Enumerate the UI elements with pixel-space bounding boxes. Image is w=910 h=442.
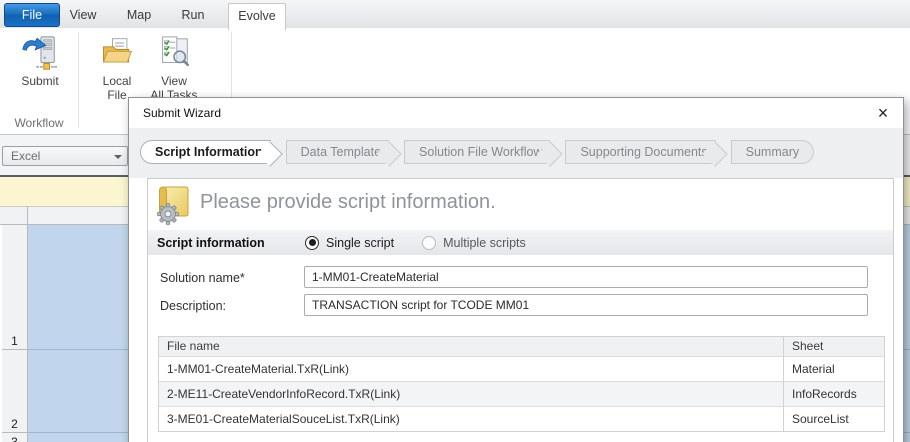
excel-dropdown[interactable]: Excel [2, 146, 128, 166]
sheet-cell: InfoRecords [783, 381, 884, 406]
submit-server-icon [21, 34, 59, 74]
script-scroll-gear-icon [154, 184, 196, 231]
grid-select-all-corner[interactable] [2, 207, 28, 224]
column-header-sheet: Sheet [783, 337, 884, 356]
row-header-1[interactable]: 1 [2, 225, 27, 350]
step-script-information[interactable]: Script Information [140, 140, 271, 164]
solution-name-label: Solution name* [160, 271, 245, 285]
multiple-scripts-radio[interactable] [422, 236, 436, 250]
submit-wizard-dialog: Submit Wizard × Script Information Data … [128, 97, 904, 442]
file-name-cell: 1-MM01-CreateMaterial.TxR(Link) [159, 356, 783, 381]
table-row[interactable]: 2-ME11-CreateVendorInfoRecord.TxR(Link) … [159, 381, 884, 406]
app-window: File View Map Run Evolve [0, 0, 910, 442]
file-name-cell: 3-ME01-CreateMaterialSouceList.TxR(Link) [159, 406, 783, 431]
row-number-column: 1 2 3 [2, 225, 28, 442]
close-icon[interactable]: × [871, 101, 895, 125]
submit-button[interactable]: Submit [10, 34, 70, 88]
wizard-steps: Script Information Data Template Solutio… [140, 140, 814, 164]
chevron-down-icon [114, 155, 122, 159]
sheet-cell: Material [783, 356, 884, 381]
row-header-3[interactable]: 3 [2, 435, 27, 442]
file-name-cell: 2-ME11-CreateVendorInfoRecord.TxR(Link) [159, 381, 783, 406]
row-header-2[interactable]: 2 [2, 350, 27, 433]
wizard-step-strip: Script Information Data Template Solutio… [129, 128, 903, 178]
description-input[interactable] [304, 294, 868, 316]
tab-view[interactable]: View [60, 3, 106, 27]
table-row[interactable]: 3-ME01-CreateMaterialSouceList.TxR(Link)… [159, 406, 884, 431]
ribbon-group-separator [78, 32, 79, 128]
submit-button-label: Submit [21, 74, 58, 88]
task-list-magnifier-icon [155, 34, 193, 74]
ribbon-group-label: Workflow [0, 116, 78, 130]
files-table: File name Sheet 1-MM01-CreateMaterial.Tx… [158, 336, 885, 432]
local-file-label-line2: File [107, 88, 126, 102]
dialog-title: Submit Wizard [143, 98, 221, 128]
script-information-section-bar: Script information Single script Multipl… [148, 230, 893, 255]
folder-icon [99, 34, 135, 74]
tab-map[interactable]: Map [116, 3, 162, 27]
step-summary[interactable]: Summary [731, 140, 814, 164]
tab-run[interactable]: Run [170, 3, 216, 27]
local-file-label-line1: Local [103, 74, 132, 88]
view-all-tasks-label-line1: View [161, 74, 187, 88]
local-file-button[interactable]: Local File [92, 34, 142, 102]
solution-name-input[interactable] [304, 266, 868, 288]
single-script-radio[interactable] [305, 236, 319, 250]
single-script-label: Single script [326, 236, 394, 250]
wizard-heading: Please provide script information. [200, 191, 496, 214]
files-table-header: File name Sheet [159, 337, 884, 356]
table-row[interactable]: 1-MM01-CreateMaterial.TxR(Link) Material [159, 356, 884, 381]
tab-file[interactable]: File [4, 3, 60, 27]
excel-dropdown-value: Excel [11, 149, 40, 163]
column-header-file-name: File name [159, 337, 783, 356]
step-supporting-documents[interactable]: Supporting Documents [565, 140, 715, 164]
step-solution-file-workflow[interactable]: Solution File Workflow [404, 140, 550, 164]
section-label: Script information [157, 236, 305, 250]
tab-evolve[interactable]: Evolve [228, 3, 286, 30]
wizard-content-panel: Please provide script information. Scrip… [147, 178, 894, 442]
multiple-scripts-label: Multiple scripts [443, 236, 526, 250]
ribbon-tab-bar: File View Map Run Evolve [0, 0, 910, 29]
step-data-template[interactable]: Data Template [286, 140, 389, 164]
view-all-tasks-button[interactable]: View All Tasks [146, 34, 202, 102]
description-label: Description: [160, 299, 226, 313]
sheet-cell: SourceList [783, 406, 884, 431]
